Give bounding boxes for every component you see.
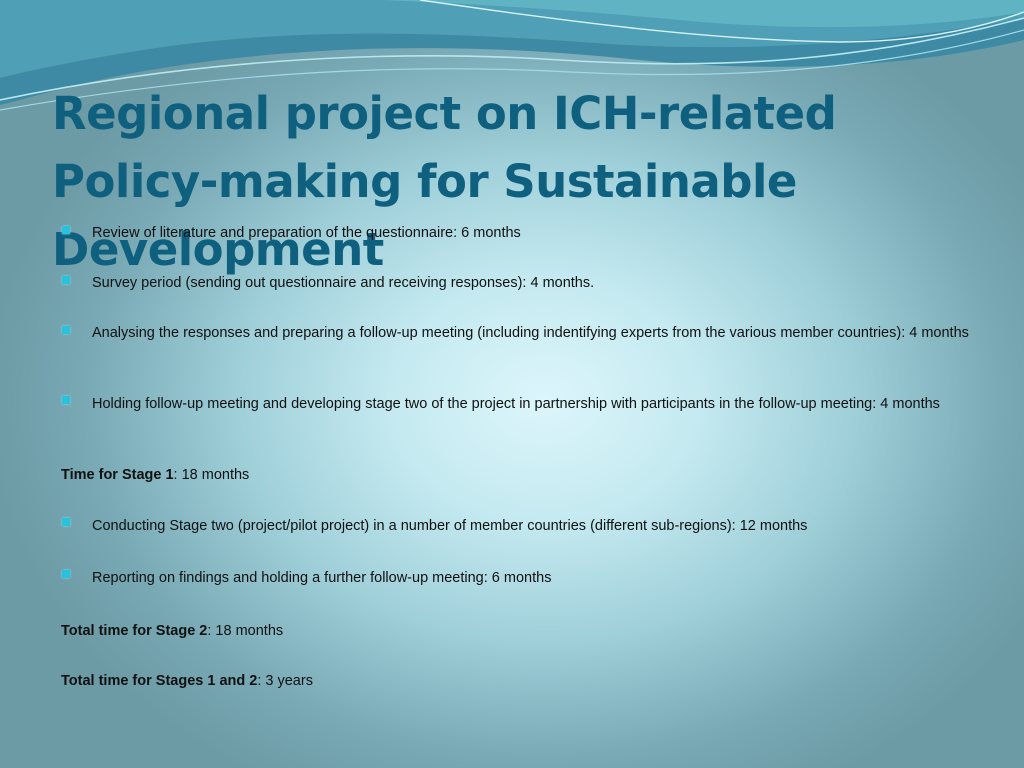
summary-label: Time for Stage 1 (61, 467, 174, 483)
bullet-item: Reporting on findings and holding a furt… (92, 570, 552, 586)
summary-value: : 3 years (257, 673, 313, 689)
bullet-item: Conducting Stage two (project/pilot proj… (92, 518, 808, 534)
bullet-icon (62, 326, 70, 334)
bullet-item: Survey period (sending out questionnaire… (92, 275, 595, 291)
slide: Regional project on ICH-related Policy-m… (0, 0, 1024, 768)
bullet-item: Review of literature and preparation of … (92, 225, 521, 241)
summary-label: Total time for Stage 2 (61, 623, 208, 639)
bullet-icon (62, 518, 70, 526)
bullet-icon (62, 276, 70, 284)
summary-value: : 18 months (173, 467, 250, 483)
bullet-icon (62, 396, 70, 404)
bullet-icon (62, 570, 70, 578)
bullet-icon (62, 226, 70, 234)
summary-value: : 18 months (207, 623, 284, 639)
stage-1-time: Time for Stage 1: 18 months (61, 466, 961, 484)
bullet-item: Holding follow-up meeting and developing… (92, 396, 940, 412)
bullet-item: Analysing the responses and preparing a … (92, 325, 969, 341)
summary-label: Total time for Stages 1 and 2 (61, 673, 258, 689)
slide-title: Regional project on ICH-related Policy-m… (52, 87, 837, 276)
stage-2-total-time: Total time for Stage 2: 18 months (61, 622, 961, 640)
total-time: Total time for Stages 1 and 2: 3 years (61, 672, 961, 690)
